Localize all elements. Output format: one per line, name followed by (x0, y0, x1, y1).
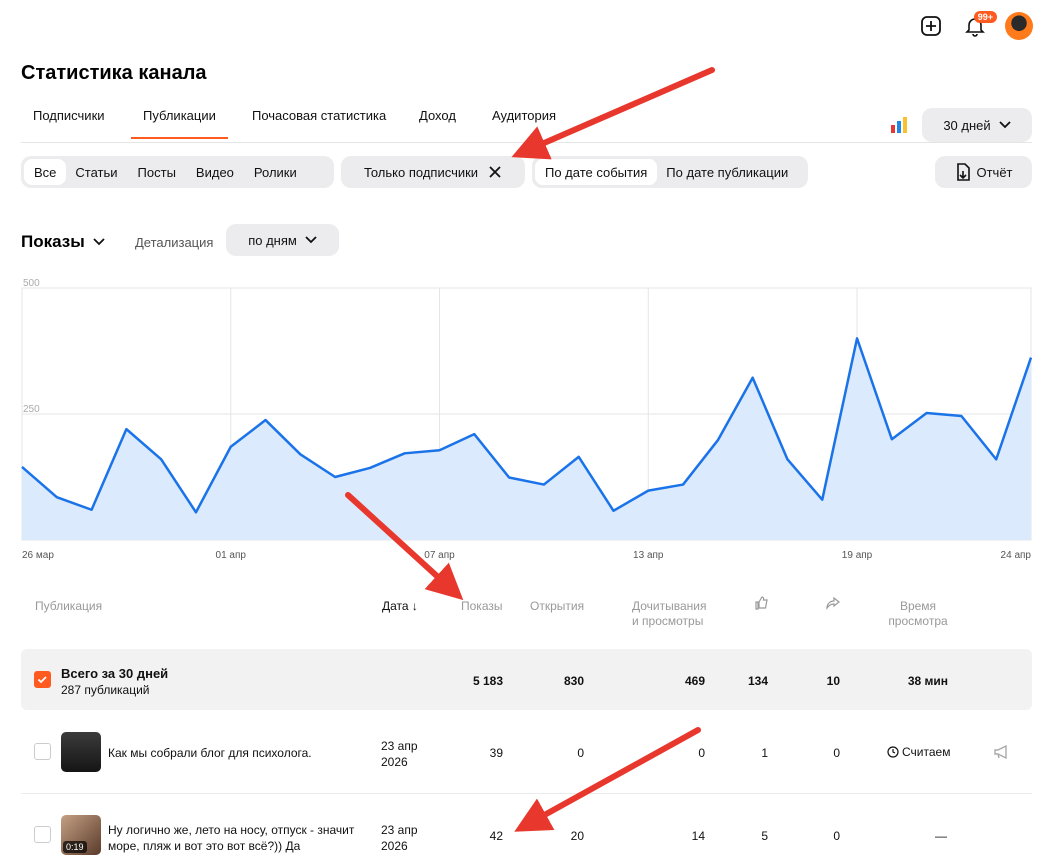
report-download-icon (957, 163, 971, 181)
x-tick-label: 26 мар (22, 550, 54, 561)
duration-badge: 0:19 (63, 841, 87, 853)
row-opens: 20 (570, 829, 584, 843)
filter-video[interactable]: Видео (190, 156, 248, 188)
tab-subscribers[interactable]: Подписчики (33, 108, 105, 137)
close-icon[interactable] (488, 165, 502, 179)
summary-likes: 134 (747, 674, 768, 688)
period-select[interactable]: 30 дней (922, 108, 1032, 142)
col-date[interactable]: Дата ↓ (382, 599, 418, 614)
summary-checkbox[interactable] (34, 671, 51, 688)
share-icon (826, 596, 840, 610)
row-reads: 0 (698, 746, 705, 760)
col-impressions[interactable]: Показы (461, 599, 502, 614)
row-divider (21, 793, 1032, 794)
notifications-bell-icon[interactable]: 99+ (961, 11, 997, 40)
x-tick-label: 01 апр (216, 550, 247, 561)
like-icon (755, 596, 768, 610)
col-opens[interactable]: Открытия (530, 599, 584, 614)
row-impressions: 42 (489, 829, 503, 843)
header-actions: 99+ (917, 11, 1033, 40)
summary-shares: 10 (826, 674, 840, 688)
x-tick-label: 19 апр (842, 550, 873, 561)
row-shares: 0 (833, 829, 840, 843)
check-icon (37, 676, 47, 684)
period-label: 30 дней (943, 117, 991, 133)
notifications-badge: 99+ (973, 11, 997, 23)
user-avatar[interactable] (1005, 12, 1033, 40)
summary-opens: 830 (563, 674, 584, 688)
tab-publications[interactable]: Публикации (131, 108, 228, 139)
publication-thumbnail[interactable] (61, 732, 101, 772)
publication-date: 23 апр 2026 (381, 739, 418, 769)
y-tick-label: 500 (23, 278, 40, 289)
subscribers-only-label: Только подписчики (363, 164, 479, 180)
publication-title[interactable]: Как мы собрали блог для психолога. (108, 746, 312, 760)
chevron-down-icon (305, 236, 317, 244)
impressions-chart: 500250026 мар01 апр07 апр13 апр19 апр24 … (21, 278, 1033, 561)
date-mode-event[interactable]: По дате события (535, 159, 658, 185)
chevron-down-icon (93, 238, 105, 246)
summary-impressions: 5 183 (472, 674, 503, 688)
subscribers-only-chip[interactable]: Только подписчики (341, 156, 525, 188)
y-tick-label: 250 (23, 404, 40, 415)
col-likes[interactable] (754, 596, 768, 614)
row-checkbox[interactable] (34, 743, 51, 760)
publication-date: 23 апр 2026 (381, 823, 418, 853)
row-shares: 0 (833, 746, 840, 760)
row-likes: 5 (761, 829, 768, 843)
stats-tabs: Подписчики Публикации Почасовая статисти… (21, 96, 1032, 143)
publication-thumbnail[interactable]: 0:19 (61, 815, 101, 855)
tab-hourly[interactable]: Почасовая статистика (252, 108, 386, 137)
report-button[interactable]: Отчёт (935, 156, 1032, 188)
tab-audience[interactable]: Аудитория (492, 108, 556, 137)
date-mode-publication[interactable]: По дате публикации (660, 156, 794, 188)
type-filter: Все Статьи Посты Видео Ролики (21, 156, 334, 188)
annotation-arrow-row (514, 727, 701, 832)
summary-title: Всего за 30 дней (61, 666, 169, 681)
summary-time: 38 мин (907, 674, 948, 688)
summary-reads: 469 (684, 674, 705, 688)
chevron-down-icon (999, 121, 1011, 129)
row-likes: 1 (761, 746, 768, 760)
filter-articles[interactable]: Статьи (69, 156, 131, 188)
col-reads[interactable]: Дочитывания и просмотры (632, 599, 712, 629)
row-time-label: Считаем (902, 745, 951, 759)
row-opens: 0 (577, 746, 584, 760)
filter-shorts[interactable]: Ролики (248, 156, 303, 188)
row-checkbox[interactable] (34, 826, 51, 843)
metric-title: Показы (21, 232, 85, 251)
bars-logo-icon (890, 116, 908, 139)
x-tick-label: 24 апр (1001, 550, 1032, 561)
tab-income[interactable]: Доход (419, 108, 456, 137)
x-tick-label: 07 апр (424, 550, 455, 561)
summary-subtitle: 287 публикаций (61, 683, 150, 697)
report-label: Отчёт (976, 164, 1013, 180)
promote-megaphone-icon[interactable] (993, 744, 1011, 765)
col-date-label: Дата (382, 599, 409, 613)
detail-value: по дням (248, 232, 297, 248)
add-icon[interactable] (917, 12, 945, 40)
col-shares[interactable] (826, 596, 840, 614)
page-title: Статистика канала (21, 62, 207, 84)
summary-row (21, 649, 1032, 710)
filter-posts[interactable]: Посты (132, 156, 190, 188)
clock-icon (887, 746, 899, 758)
publication-title[interactable]: Ну логично же, лето на носу, отпуск - зн… (108, 822, 358, 854)
col-publication: Публикация (35, 599, 103, 613)
detail-select[interactable]: по дням (226, 224, 339, 256)
row-impressions: 39 (489, 746, 503, 760)
row-reads: 14 (691, 829, 705, 843)
row-time: Считаем (887, 745, 950, 759)
detail-label: Детализация (135, 235, 214, 250)
row-time: — (935, 829, 947, 843)
x-tick-label: 13 апр (633, 550, 664, 561)
impressions-area (22, 338, 1031, 540)
metric-select[interactable]: Показы (21, 232, 105, 252)
col-time[interactable]: Время просмотра (888, 599, 948, 629)
date-mode-filter: По дате события По дате публикации (532, 156, 808, 188)
filter-all[interactable]: Все (24, 159, 67, 185)
